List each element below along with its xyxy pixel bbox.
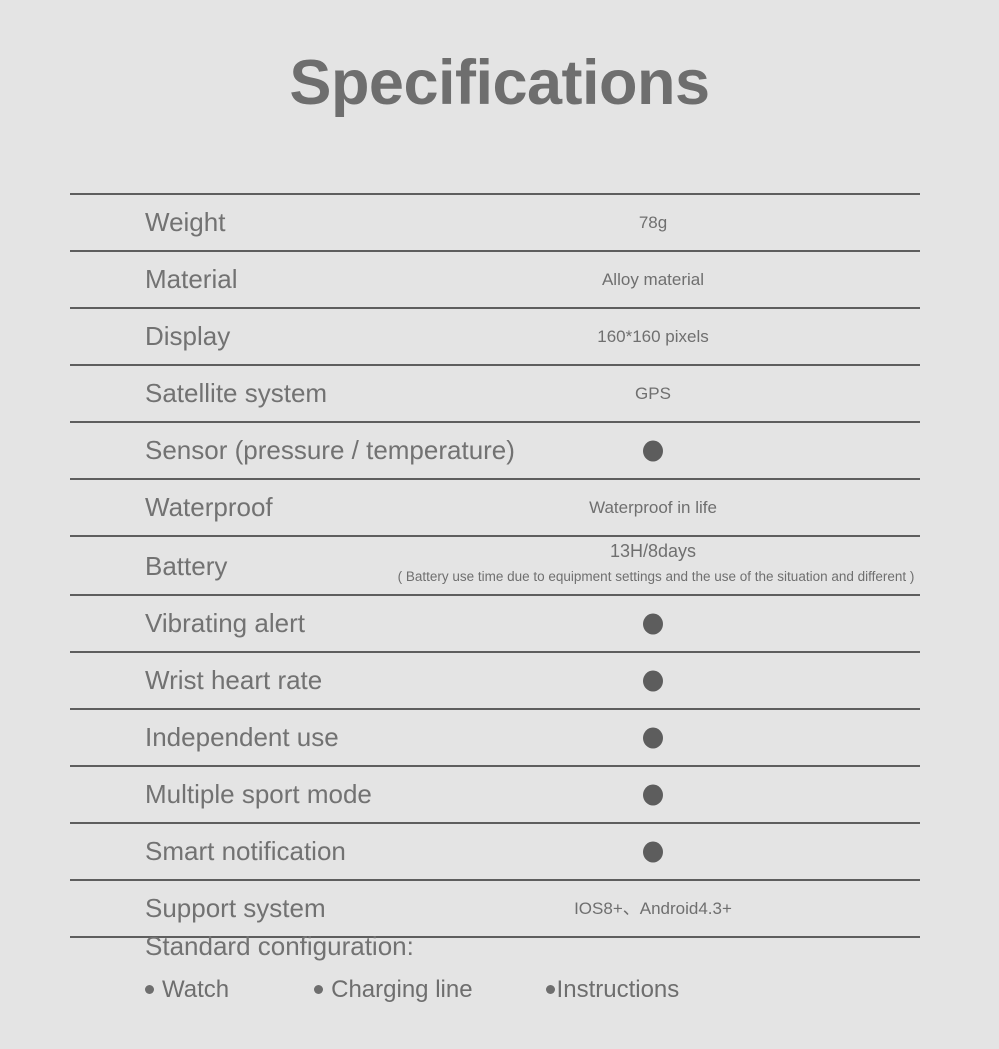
row-value [70, 784, 999, 806]
table-row: Wrist heart rate [70, 653, 920, 708]
row-value: Waterproof in life [589, 497, 717, 517]
standard-configuration-section: Standard configuration: Watch Charging l… [145, 931, 945, 1003]
table-row: Waterproof Waterproof in life [70, 480, 920, 535]
row-value: IOS8+、Android4.3+ [574, 898, 732, 918]
row-value [70, 613, 999, 635]
bullet-icon [314, 985, 324, 995]
table-row: Smart notification [70, 824, 920, 879]
supported-dot-icon [643, 727, 663, 749]
row-value [70, 440, 999, 462]
standard-configuration-list: Watch Charging line Instructions [145, 975, 945, 1003]
table-row: Display 160*160 pixels [70, 309, 920, 364]
bullet-icon [545, 985, 555, 995]
list-item-label: Charging line [331, 975, 473, 1003]
row-value [70, 670, 999, 692]
row-value: 78g [638, 212, 668, 232]
list-item: Instructions [545, 975, 680, 1003]
table-row: Sensor (pressure / temperature) [70, 423, 920, 478]
row-value: 160*160 pixels [597, 326, 709, 346]
supported-dot-icon [643, 613, 663, 635]
table-row: Satellite system GPS [70, 366, 920, 421]
table-row: Support system IOS8+、Android4.3+ [70, 881, 920, 936]
supported-dot-icon [643, 670, 663, 692]
table-row: Independent use [70, 710, 920, 765]
row-value [70, 727, 999, 749]
specifications-table: Weight 78g Material Alloy material Displ… [70, 193, 920, 938]
table-row: Weight 78g [70, 195, 920, 250]
supported-dot-icon [643, 784, 663, 806]
supported-dot-icon [643, 440, 663, 462]
row-value: GPS [635, 383, 671, 403]
row-value-note: ( Battery use time due to equipment sett… [397, 569, 915, 584]
table-row: Vibrating alert [70, 596, 920, 651]
row-value: Alloy material [601, 269, 705, 289]
row-value: 13H/8days [609, 541, 697, 561]
list-item: Charging line [314, 975, 473, 1003]
specifications-page: Specifications Weight 78g Material Alloy… [0, 0, 999, 1049]
list-item: Watch [145, 975, 230, 1003]
bullet-icon [145, 985, 154, 995]
list-item-label: Watch [162, 975, 230, 1003]
list-item-label: Instructions [556, 975, 680, 1003]
table-row: Material Alloy material [70, 252, 920, 307]
row-value [70, 841, 999, 863]
standard-configuration-heading: Standard configuration: [145, 931, 414, 961]
table-row: Multiple sport mode [70, 767, 920, 822]
supported-dot-icon [643, 841, 663, 863]
page-title: Specifications [289, 48, 710, 118]
table-row: Battery 13H/8days ( Battery use time due… [70, 537, 920, 594]
